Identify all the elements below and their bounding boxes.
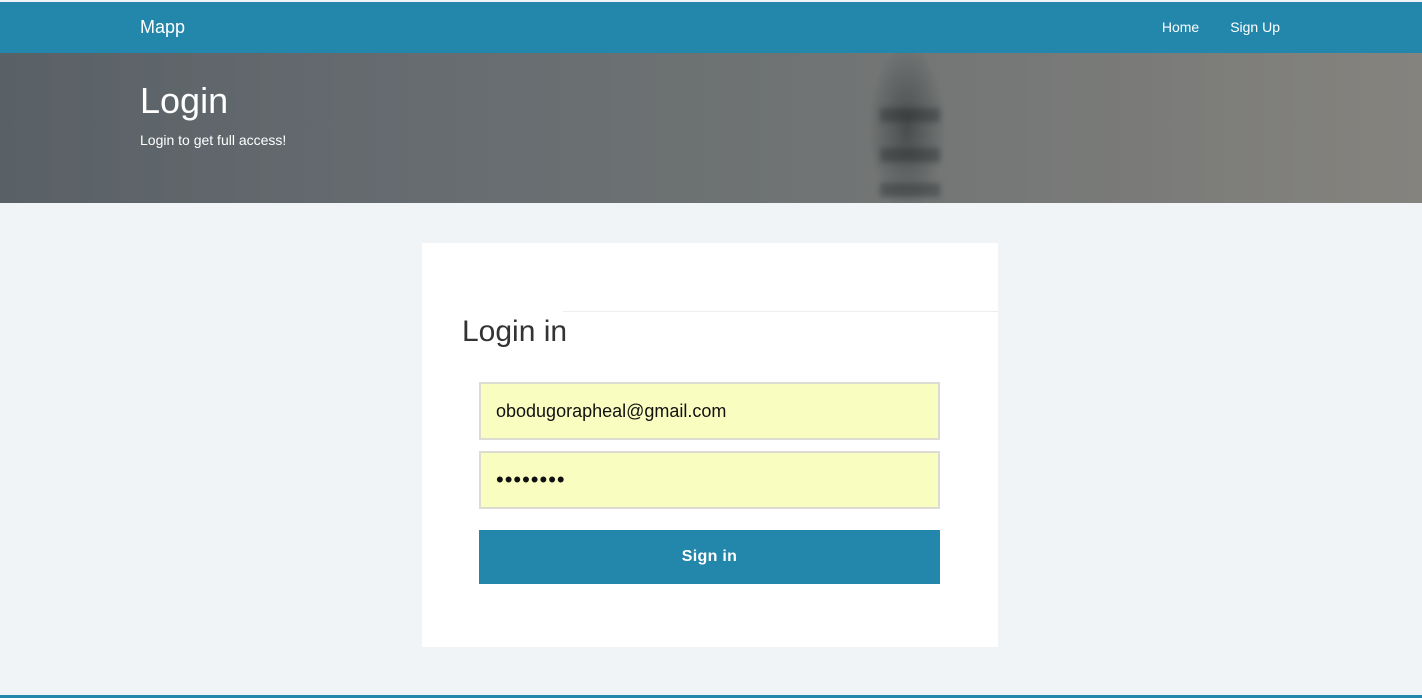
hero-background-detail [880,183,940,197]
login-card: Login in Sign in [422,243,998,647]
login-form-title: Login in [462,315,568,348]
page-title: Login [140,80,229,121]
password-field[interactable] [479,451,940,509]
hero-background-image [868,53,946,203]
top-navbar: Mapp Home Sign Up [0,2,1422,53]
hero-banner: Login Login to get full access! [0,53,1422,203]
nav-links: Home Sign Up [1162,19,1280,35]
nav-home-link[interactable]: Home [1162,19,1199,35]
nav-signup-link[interactable]: Sign Up [1230,19,1280,35]
sign-in-button[interactable]: Sign in [479,530,940,584]
hero-background-detail [880,108,940,122]
login-page: Mapp Home Sign Up Login Login to get ful… [0,0,1422,698]
brand-logo-link[interactable]: Mapp [140,17,185,38]
page-subtitle: Login to get full access! [140,132,287,148]
hero-background-detail [880,148,940,162]
card-divider [563,311,998,312]
email-field[interactable] [479,382,940,440]
